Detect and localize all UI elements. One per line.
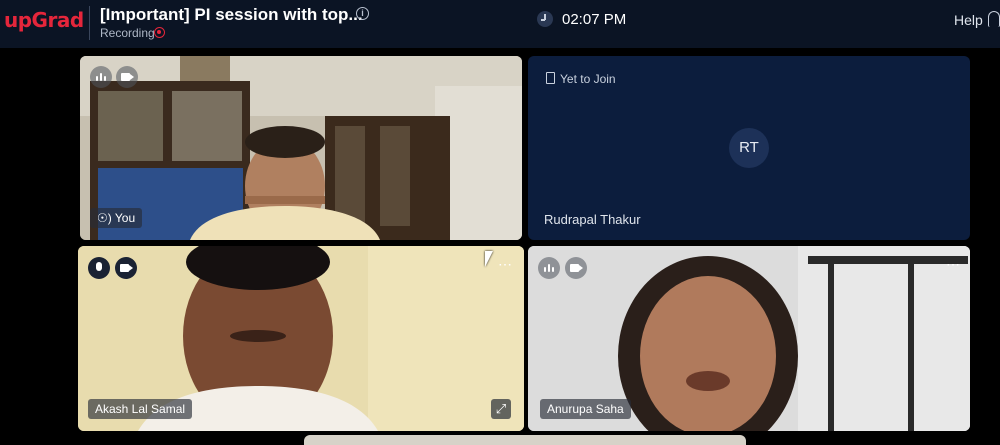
- avatar: RT: [729, 128, 769, 168]
- headset-icon[interactable]: [988, 11, 1000, 27]
- door-icon: [546, 72, 555, 84]
- audio-level-icon: [96, 73, 106, 81]
- recording-indicator-icon: [154, 27, 165, 38]
- top-bar: upGrad [Important] PI session with top..…: [0, 0, 1000, 48]
- session-title: [Important] PI session with top...: [100, 5, 363, 24]
- participant-name: Akash Lal Samal: [88, 399, 193, 419]
- video-tile-akash[interactable]: ⋯ Akash Lal Samal ⤢: [78, 246, 524, 431]
- recording-label: Recording: [100, 26, 155, 40]
- video-tile-self[interactable]: ☉) You: [80, 56, 522, 240]
- camera-icon: [121, 73, 134, 81]
- self-audio-button[interactable]: [90, 66, 112, 88]
- clock-icon: [537, 11, 553, 27]
- self-camera-button[interactable]: [116, 66, 138, 88]
- info-icon[interactable]: i: [356, 7, 369, 20]
- akash-camera-button[interactable]: [115, 257, 137, 279]
- join-status: Yet to Join: [560, 72, 616, 86]
- audio-level-icon: [544, 264, 554, 272]
- more-options-icon[interactable]: ⋯: [946, 256, 961, 273]
- video-tile-partial[interactable]: [304, 435, 746, 445]
- mouse-cursor-icon: [485, 251, 493, 267]
- anurupa-camera-button[interactable]: [565, 257, 587, 279]
- help-button[interactable]: Help: [954, 12, 983, 28]
- camera-icon: [120, 264, 133, 272]
- akash-mic-button[interactable]: [88, 257, 110, 279]
- anurupa-audio-button[interactable]: [538, 257, 560, 279]
- speaker-icon: ☉): [97, 211, 112, 225]
- header-divider: [89, 6, 90, 40]
- camera-icon: [570, 264, 583, 272]
- expand-icon[interactable]: ⤢: [491, 399, 511, 419]
- video-tile-anurupa[interactable]: ⋯ Anurupa Saha: [528, 246, 970, 431]
- participant-name: Rudrapal Thakur: [544, 212, 641, 227]
- more-options-icon[interactable]: ⋯: [498, 256, 513, 273]
- participant-name: Anurupa Saha: [540, 399, 631, 419]
- brand-logo: upGrad: [4, 8, 84, 32]
- self-name-tag: ☉) You: [90, 208, 143, 228]
- session-time: 02:07 PM: [562, 11, 627, 28]
- video-tile-rudrapal[interactable]: Yet to Join RT Rudrapal Thakur: [528, 56, 970, 240]
- microphone-icon: [96, 262, 102, 271]
- self-video-feed: [80, 56, 522, 240]
- participant-name: You: [114, 211, 136, 225]
